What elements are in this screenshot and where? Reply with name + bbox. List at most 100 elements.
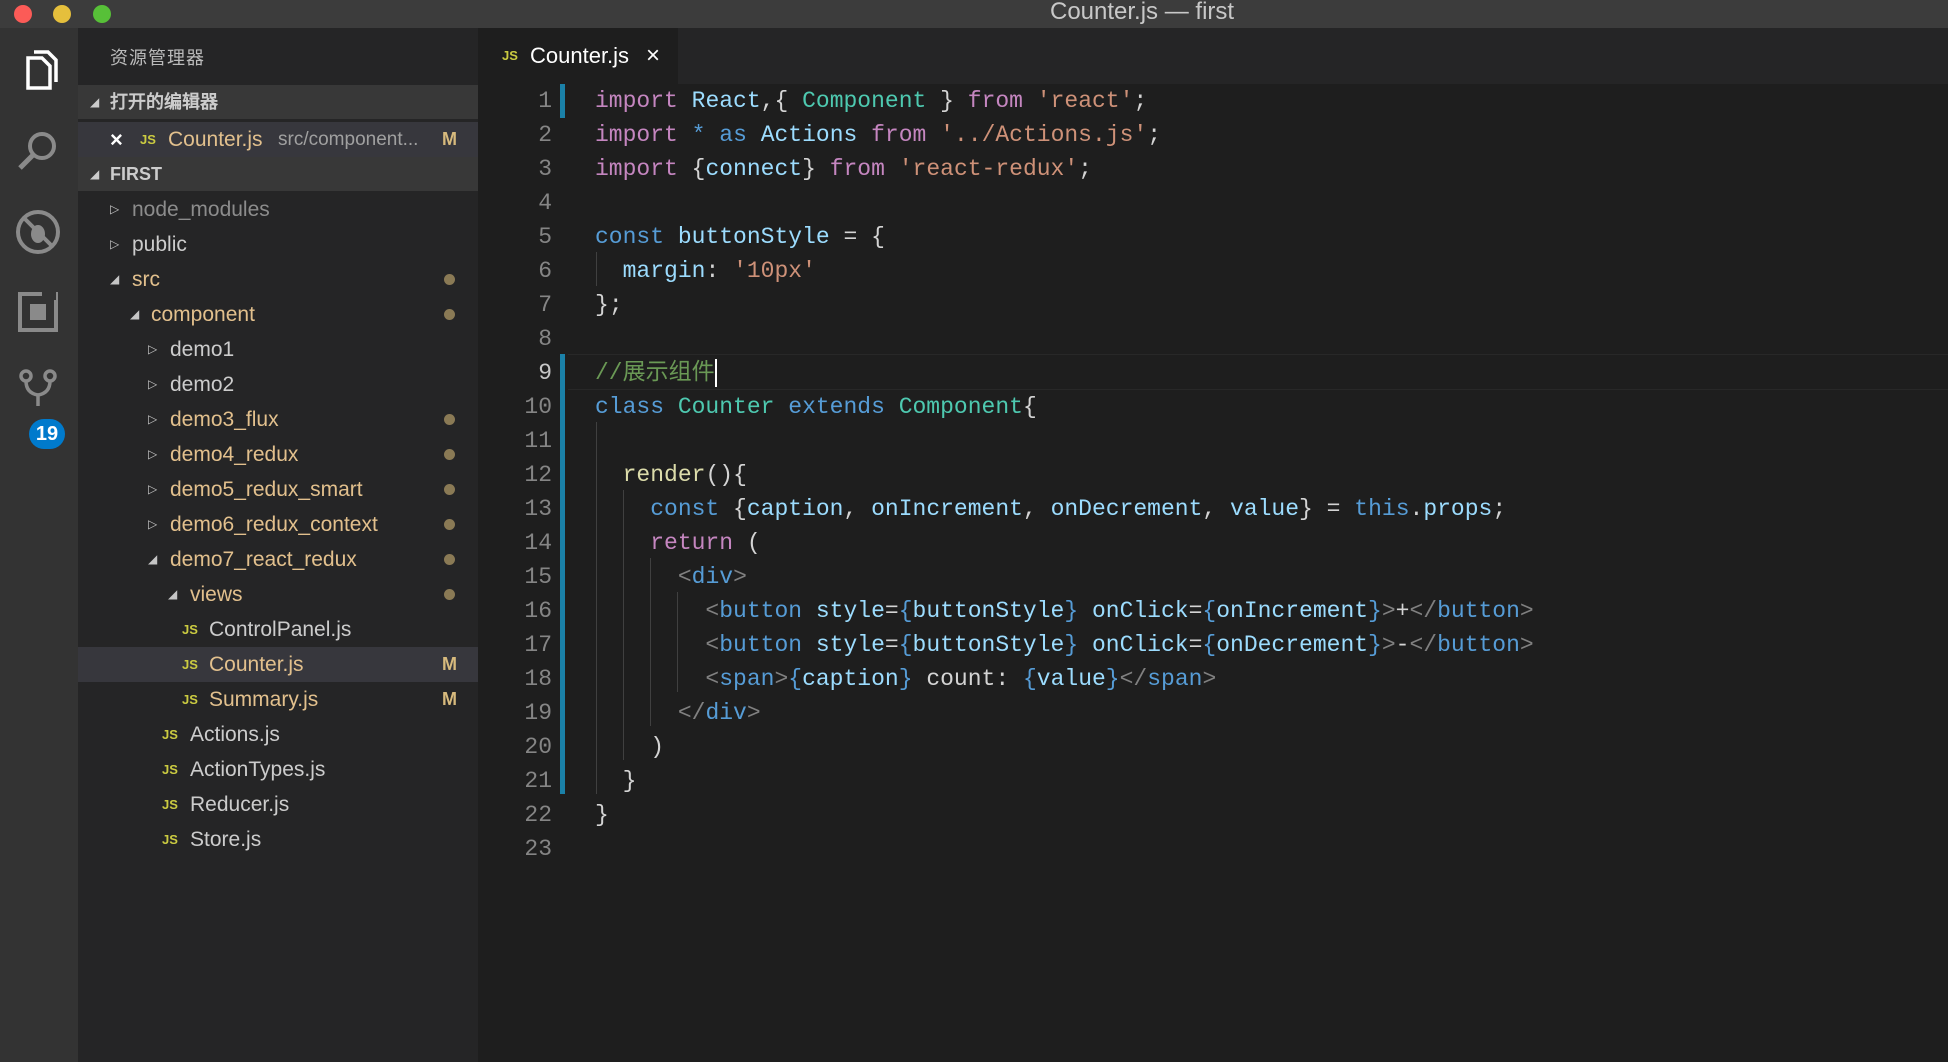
tree-item-component[interactable]: ◢ component (78, 297, 478, 332)
tree-item-store-js[interactable]: JS Store.js (78, 822, 478, 857)
modified-dot (444, 309, 455, 320)
code-line[interactable]: </div> (595, 696, 761, 730)
line-number: 20 (524, 734, 552, 760)
code-line[interactable]: //展示组件 (595, 356, 717, 390)
current-line-highlight (568, 354, 1948, 390)
open-editor-item[interactable]: × JS Counter.js src/component... M (78, 122, 478, 157)
line-number: 12 (524, 462, 552, 488)
js-file-icon: JS (140, 132, 156, 147)
tree-item-demo6-redux-context[interactable]: ▷ demo6_redux_context (78, 507, 478, 542)
project-header[interactable]: ◢ FIRST (78, 157, 478, 191)
window-title: Counter.js — first (1050, 0, 1235, 25)
title-bar: Counter.js — first (0, 0, 1948, 28)
tree-item-node-modules[interactable]: ▷ node_modules (78, 192, 478, 227)
modified-dot (444, 414, 455, 425)
code-line[interactable]: class Counter extends Component{ (595, 390, 1037, 424)
activity-bar: 19 (0, 28, 78, 1062)
search-icon[interactable] (14, 128, 62, 176)
expand-arrow-icon: ▷ (148, 482, 158, 496)
code-line[interactable]: <button style={buttonStyle} onClick={onD… (595, 628, 1533, 662)
tree-item-controlpanel-js[interactable]: JS ControlPanel.js (78, 612, 478, 647)
open-editors-header[interactable]: ◢ 打开的编辑器 (78, 85, 478, 119)
tree-item-actiontypes-js[interactable]: JS ActionTypes.js (78, 752, 478, 787)
explorer-sidebar: 资源管理器 ◢ 打开的编辑器 × JS Counter.js src/compo… (78, 28, 478, 1062)
line-number: 8 (538, 326, 552, 352)
tree-item-actions-js[interactable]: JS Actions.js (78, 717, 478, 752)
window-minimize-button[interactable] (53, 5, 71, 23)
extensions-icon[interactable] (14, 288, 62, 336)
code-line[interactable]: import * as Actions from '../Actions.js'… (595, 118, 1161, 152)
collapse-arrow-icon: ◢ (148, 552, 158, 566)
modified-dot (444, 519, 455, 530)
collapse-arrow-icon: ◢ (168, 587, 178, 601)
tree-item-demo5-redux-smart[interactable]: ▷ demo5_redux_smart (78, 472, 478, 507)
window-maximize-button[interactable] (93, 5, 111, 23)
close-icon[interactable]: × (646, 28, 660, 84)
line-number: 2 (538, 122, 552, 148)
code-line[interactable]: const buttonStyle = { (595, 220, 885, 254)
tab-counter-js[interactable]: JS Counter.js × (478, 28, 678, 84)
line-number: 3 (538, 156, 552, 182)
line-number: 6 (538, 258, 552, 284)
code-line[interactable]: const {caption, onIncrement, onDecrement… (595, 492, 1506, 526)
code-line[interactable]: render(){ (595, 458, 747, 492)
expand-arrow-icon: ▷ (110, 237, 120, 251)
expand-arrow-icon: ▷ (148, 517, 158, 531)
code-line[interactable]: } (595, 798, 609, 832)
modified-dot (444, 484, 455, 495)
expand-arrow-icon: ▷ (148, 377, 158, 391)
tree-item-counter-js[interactable]: JS Counter.js M (78, 647, 478, 682)
expand-arrow-icon: ▷ (110, 202, 120, 216)
tree-item-demo7-react-redux[interactable]: ◢ demo7_react_redux (78, 542, 478, 577)
tree-item-reducer-js[interactable]: JS Reducer.js (78, 787, 478, 822)
line-number: 16 (524, 598, 552, 624)
tree-item-demo3-flux[interactable]: ▷ demo3_flux (78, 402, 478, 437)
tree-item-public[interactable]: ▷ public (78, 227, 478, 262)
code-line[interactable]: import React,{ Component } from 'react'; (595, 84, 1147, 118)
modified-dot (444, 274, 455, 285)
code-line[interactable]: ) (595, 730, 664, 764)
js-file-icon: JS (502, 48, 518, 63)
line-number: 10 (524, 394, 552, 420)
code-line[interactable]: <div> (595, 560, 747, 594)
close-icon[interactable]: × (110, 122, 123, 157)
js-file-icon: JS (162, 727, 178, 742)
modified-badge: M (442, 129, 457, 149)
line-number: 5 (538, 224, 552, 250)
line-number: 23 (524, 836, 552, 862)
js-file-icon: JS (162, 762, 178, 777)
tree-item-src[interactable]: ◢ src (78, 262, 478, 297)
code-line[interactable]: }; (595, 288, 623, 322)
modified-dot (444, 589, 455, 600)
tree-item-demo1[interactable]: ▷ demo1 (78, 332, 478, 367)
tree-item-views[interactable]: ◢ views (78, 577, 478, 612)
collapse-arrow-icon: ◢ (130, 307, 140, 321)
text-cursor (714, 358, 717, 387)
tree-item-demo2[interactable]: ▷ demo2 (78, 367, 478, 402)
expand-arrow-icon: ▷ (148, 342, 158, 356)
expand-arrow-icon: ▷ (148, 447, 158, 461)
code-line[interactable]: return ( (595, 526, 760, 560)
line-number: 4 (538, 190, 552, 216)
line-number: 13 (524, 496, 552, 522)
code-line[interactable]: } (595, 764, 637, 798)
window-close-button[interactable] (14, 5, 32, 23)
tree-item-demo4-redux[interactable]: ▷ demo4_redux (78, 437, 478, 472)
code-line[interactable]: <button style={buttonStyle} onClick={onI… (595, 594, 1533, 628)
source-control-icon[interactable] (14, 366, 62, 414)
js-file-icon: JS (162, 797, 178, 812)
files-icon[interactable] (14, 48, 62, 96)
js-file-icon: JS (182, 692, 198, 707)
debug-icon[interactable] (14, 208, 62, 256)
code-line[interactable]: import {connect} from 'react-redux'; (595, 152, 1092, 186)
scm-badge: 19 (29, 419, 65, 449)
line-number: 17 (524, 632, 552, 658)
code-line[interactable]: <span>{caption} count: {value}</span> (595, 662, 1216, 696)
line-number: 9 (538, 360, 552, 386)
line-number: 1 (538, 88, 552, 114)
git-modified-gutter (560, 84, 565, 118)
code-editor[interactable]: 1 import React,{ Component } from 'react'… (478, 84, 1948, 1062)
tree-item-summary-js[interactable]: JS Summary.js M (78, 682, 478, 717)
line-number: 11 (524, 428, 552, 454)
code-line[interactable]: margin: '10px' (595, 254, 816, 288)
